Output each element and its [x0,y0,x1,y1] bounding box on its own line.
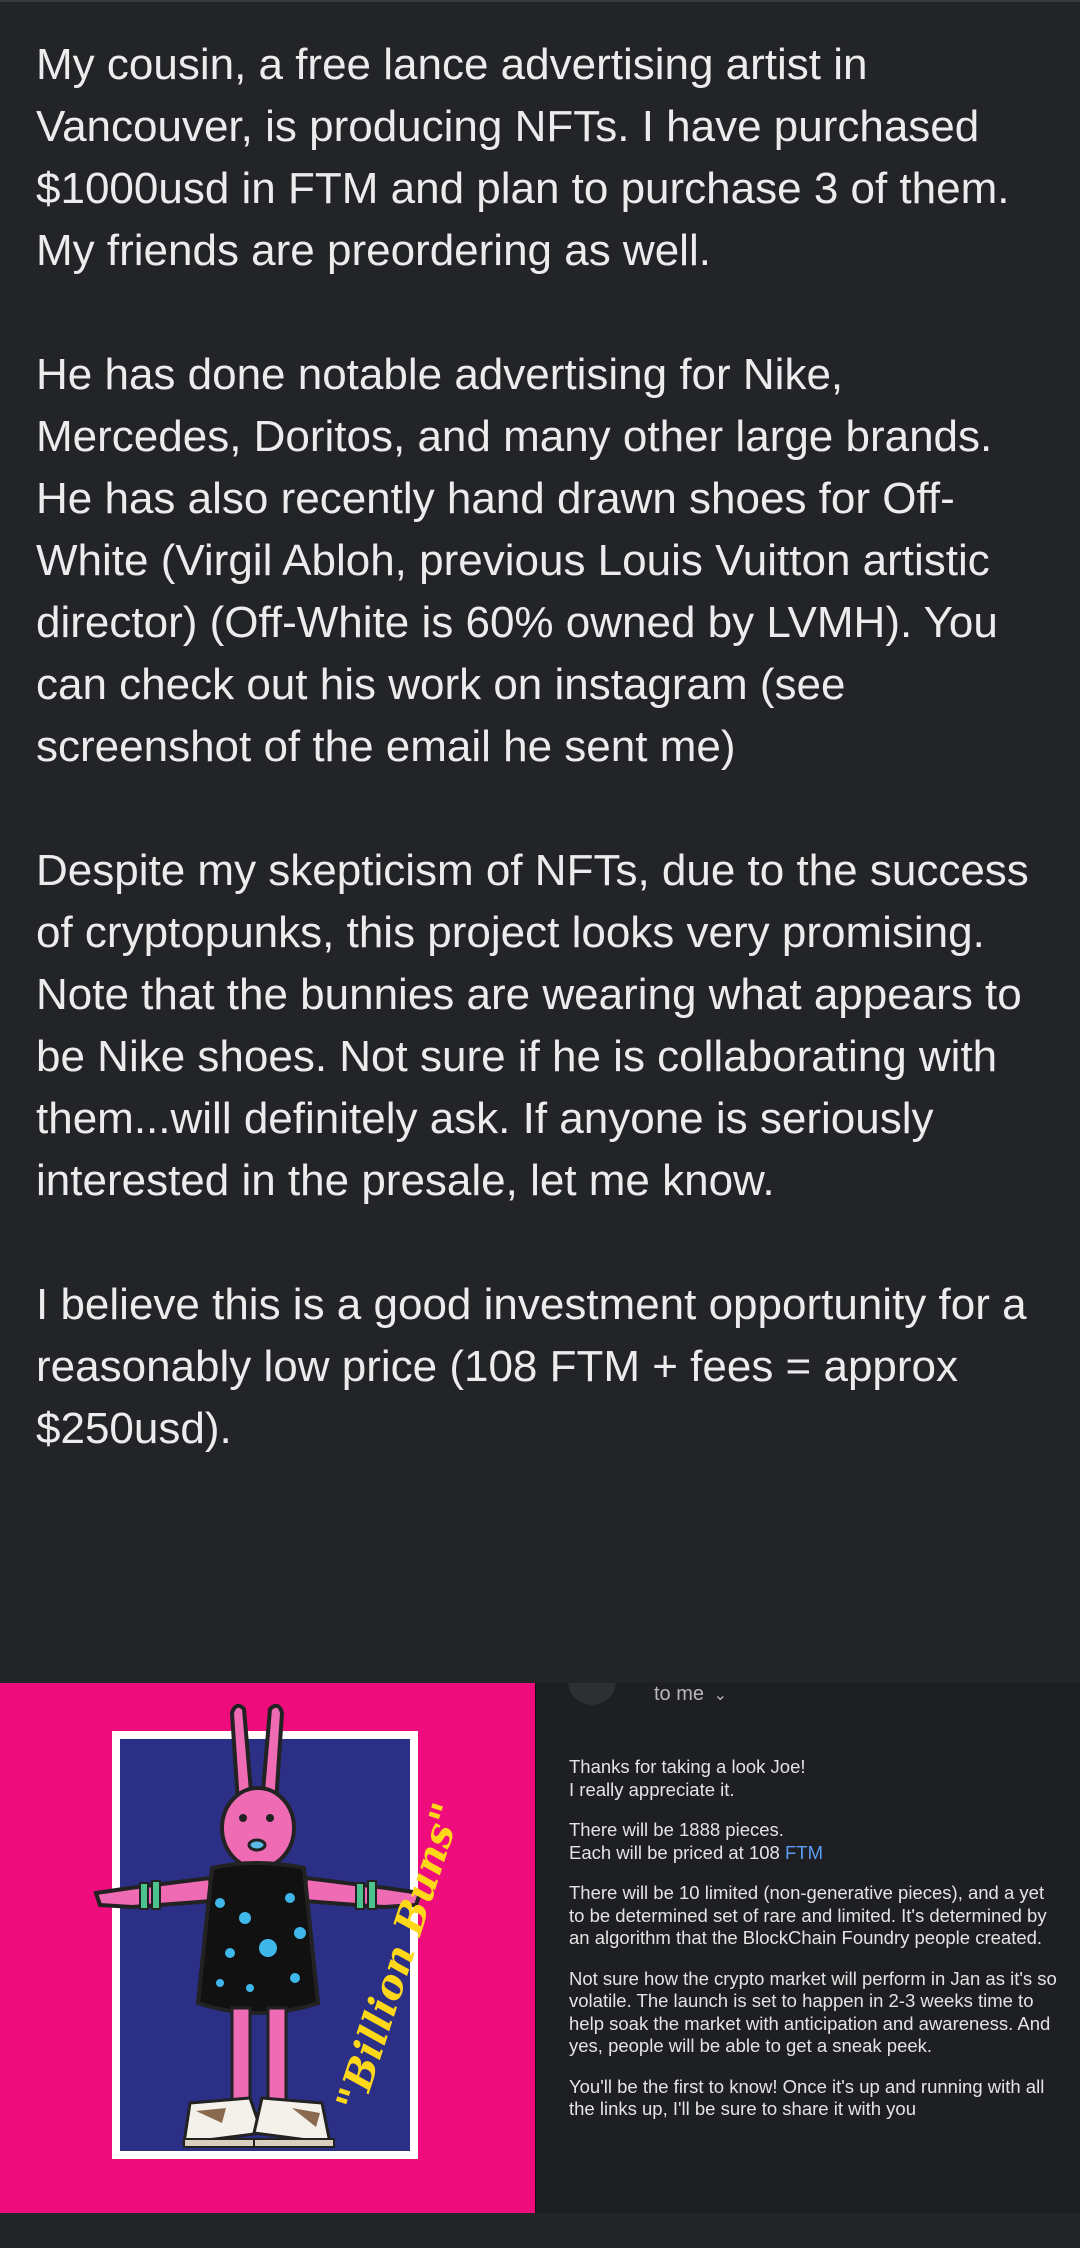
email-pieces-line: There will be 1888 pieces. [569,1819,784,1840]
post-paragraph-4: I believe this is a good investment oppo… [36,1280,1027,1453]
email-price-line: Each will be priced at 108 FTM [569,1842,1059,1865]
post-paragraph-1: My cousin, a free lance advertising arti… [36,40,1010,275]
top-divider [0,0,1080,2]
email-greeting-line-2: I really appreciate it. [569,1778,735,1800]
email-screenshot[interactable]: to me ⌄ Thanks for taking a look Joe! I … [536,1683,1080,2213]
chevron-down-icon: ⌄ [713,1687,727,1704]
email-price-text: Each will be priced at 108 [569,1841,785,1863]
email-greeting: Thanks for taking a look Joe! I really a… [569,1756,1059,1801]
sender-avatar [568,1683,616,1705]
bottom-strip [0,2213,1080,2248]
email-greeting-line-1: Thanks for taking a look Joe! [569,1756,806,1777]
email-closing-paragraph: You'll be the first to know! Once it's u… [569,2075,1045,2120]
nft-artwork-image[interactable]: "Billion Buns" [0,1683,535,2213]
post-paragraph-3: Despite my skepticism of NFTs, due to th… [36,846,1029,1205]
email-market-paragraph: Not sure how the crypto market will perf… [569,1967,1057,2057]
recipient-line: to me ⌄ [654,1683,727,1706]
ftm-link[interactable]: FTM [785,1842,823,1863]
recipient-label: to me [654,1683,705,1705]
post-paragraph-2: He has done notable advertising for Nike… [36,350,998,771]
post-body: My cousin, a free lance advertising arti… [36,34,1056,1460]
bunny-illustration [93,1703,423,2159]
email-body: Thanks for taking a look Joe! I really a… [569,1756,1059,2139]
email-pricing: There will be 1888 pieces. Each will be … [569,1819,1059,1864]
email-limited-paragraph: There will be 10 limited (non-generative… [569,1882,1047,1948]
attached-images: "Billion Buns" to me ⌄ Thanks for taking… [0,1683,1080,2213]
